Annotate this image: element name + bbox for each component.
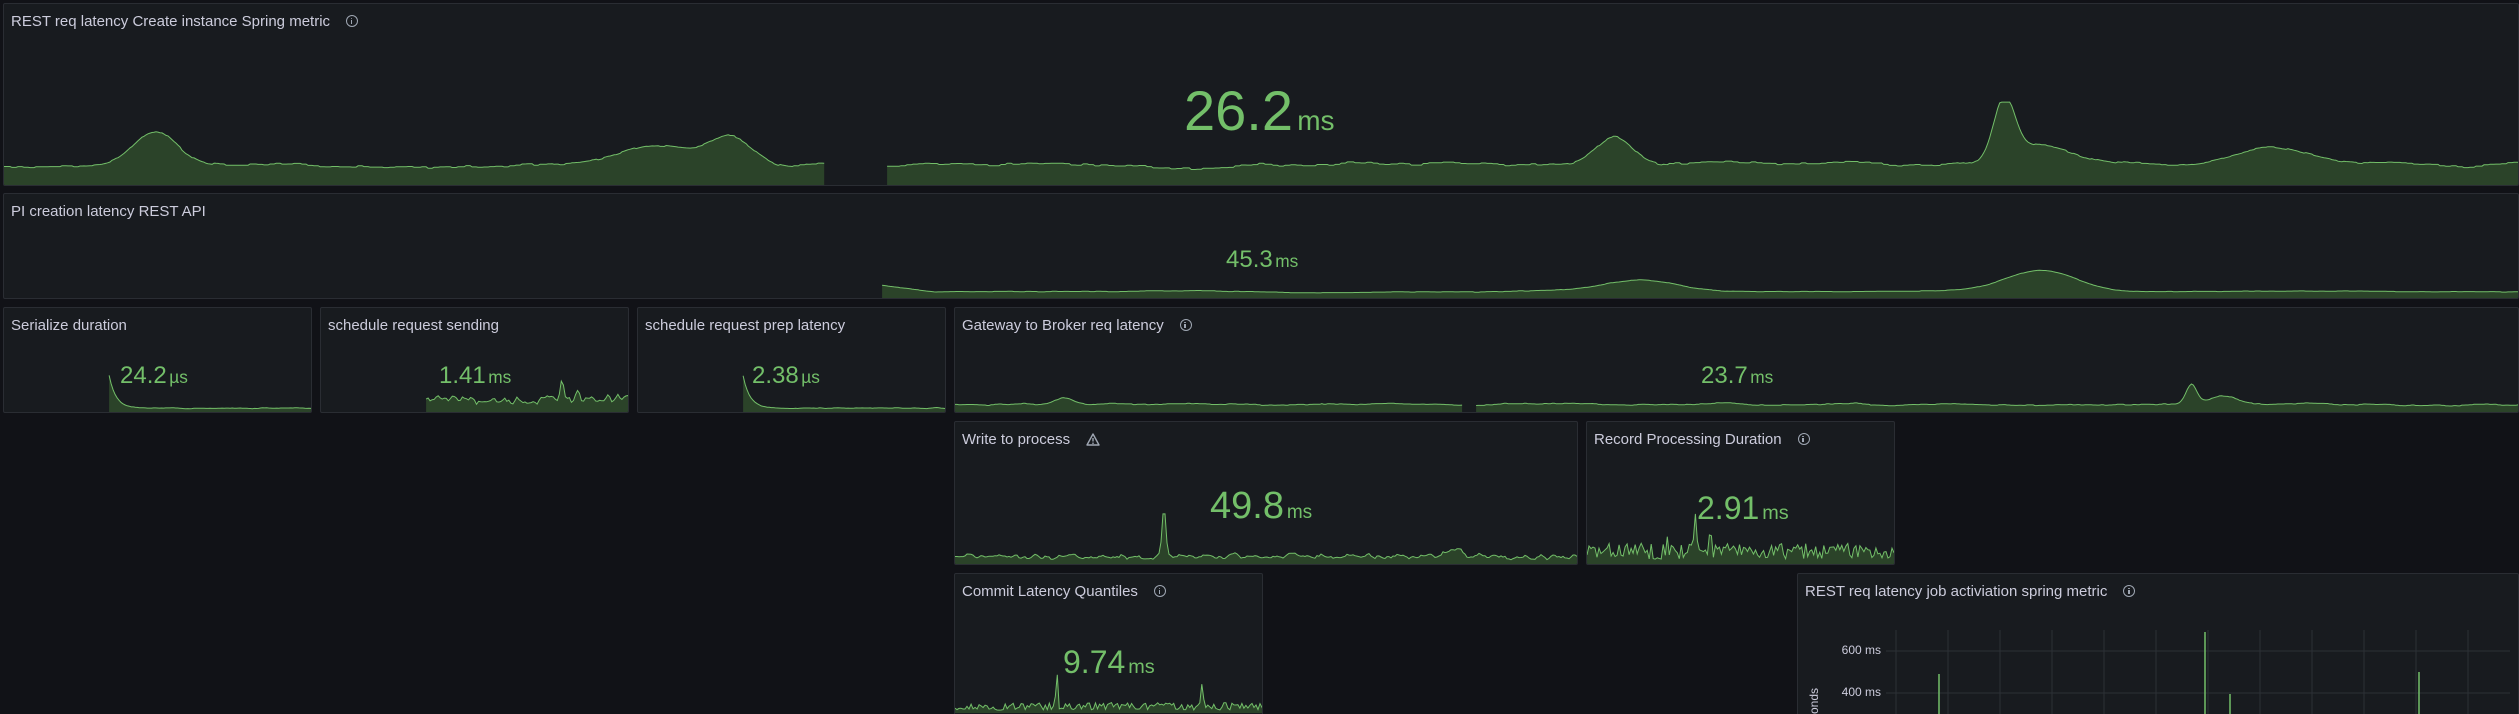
panel-header[interactable]: REST req latency Create instance Spring …: [11, 9, 359, 33]
stat-unit: ms: [1275, 251, 1299, 271]
stat-unit: ms: [1286, 502, 1313, 523]
stat-number: 49.8: [1210, 485, 1284, 527]
panel-pi-creation-latency[interactable]: PI creation latency REST API 45.3 ms: [3, 193, 2519, 299]
panel-gateway-to-broker[interactable]: Gateway to Broker req latency 23.7 ms: [954, 307, 2519, 413]
panel-title: PI creation latency REST API: [11, 202, 206, 220]
panel-title: Write to process: [962, 430, 1071, 448]
panel-serialize-duration[interactable]: Serialize duration 24.2 µs: [3, 307, 312, 413]
panel-title: REST req latency job activiation spring …: [1805, 582, 2108, 600]
stat-unit: ms: [1297, 105, 1335, 136]
warning-icon[interactable]: [1086, 432, 1100, 446]
stat-number: 26.2: [1184, 79, 1293, 142]
panel-title: Serialize duration: [11, 316, 127, 334]
panel-rest-req-latency-job-activation[interactable]: REST req latency job activiation spring …: [1797, 573, 2519, 714]
stat-number: 9.74: [1063, 644, 1126, 680]
stat-unit: ms: [1750, 367, 1774, 387]
panel-title: Record Processing Duration: [1594, 430, 1782, 448]
panel-title: Gateway to Broker req latency: [962, 316, 1164, 334]
stat-unit: ms: [1762, 502, 1789, 524]
sparkline-area: [4, 131, 825, 185]
stat-unit: ms: [1128, 656, 1155, 678]
panel-header[interactable]: schedule request prep latency: [645, 313, 845, 337]
panel-write-to-process[interactable]: Write to process 49.8 ms: [954, 421, 1578, 565]
info-icon[interactable]: [1797, 433, 1810, 445]
stat-unit: µs: [169, 367, 188, 387]
stat-value: 2.38 µs: [752, 362, 820, 390]
info-icon[interactable]: [346, 15, 359, 27]
stat-number: 24.2: [120, 362, 167, 389]
panel-title: schedule request prep latency: [645, 316, 846, 334]
panel-header[interactable]: Write to process: [962, 427, 1100, 451]
panel-header[interactable]: Gateway to Broker req latency: [962, 313, 1192, 337]
stat-number: 45.3: [1226, 246, 1273, 273]
info-icon[interactable]: [1153, 585, 1166, 597]
panel-commit-latency-quantiles[interactable]: Commit Latency Quantiles 9.74 ms: [954, 573, 1263, 714]
sparkline-area: [882, 270, 2518, 298]
sparkline-line: [1476, 383, 2518, 407]
panel-header[interactable]: Serialize duration: [11, 313, 127, 337]
stat-number: 23.7: [1701, 362, 1748, 389]
panel-header[interactable]: Record Processing Duration: [1594, 427, 1810, 451]
panel-title: REST req latency Create instance Spring …: [11, 12, 331, 30]
stat-value: 23.7 ms: [1701, 362, 1773, 390]
panel-header[interactable]: PI creation latency REST API: [11, 199, 206, 223]
stat-value: 26.2 ms: [1184, 78, 1335, 143]
panel-title: schedule request sending: [328, 316, 499, 334]
stat-number: 2.91: [1697, 490, 1760, 526]
stat-number: 2.38: [752, 362, 799, 389]
stat-value: 1.41 ms: [439, 362, 511, 390]
sparkline-area: [955, 397, 1463, 412]
panel-header[interactable]: REST req latency job activiation spring …: [1805, 579, 2136, 603]
stat-value: 24.2 µs: [120, 362, 188, 390]
panel-title: Commit Latency Quantiles: [962, 582, 1138, 600]
panel-rest-req-latency-create-instance[interactable]: REST req latency Create instance Spring …: [3, 3, 2519, 186]
stat-unit: ms: [488, 367, 512, 387]
stat-number: 1.41: [439, 362, 486, 389]
stat-value: 2.91 ms: [1697, 490, 1789, 527]
panel-header[interactable]: schedule request sending: [328, 313, 499, 337]
stat-value: 45.3 ms: [1226, 246, 1298, 274]
panel-schedule-request-sending[interactable]: schedule request sending 1.41 ms: [320, 307, 629, 413]
sparkline-area: [887, 102, 2518, 185]
panel-record-processing-duration[interactable]: Record Processing Duration 2.91 ms: [1586, 421, 1895, 565]
stat-value: 49.8 ms: [1210, 485, 1312, 528]
stat-value: 9.74 ms: [1063, 644, 1155, 681]
info-icon[interactable]: [2123, 585, 2136, 597]
stat-unit: µs: [801, 367, 820, 387]
dashboard: REST req latency Create instance Spring …: [0, 0, 2519, 714]
panel-header[interactable]: Commit Latency Quantiles: [962, 579, 1166, 603]
panel-schedule-request-prep-latency[interactable]: schedule request prep latency 2.38 µs: [637, 307, 946, 413]
sparkline-area: [1476, 384, 2518, 412]
info-icon[interactable]: [1179, 319, 1192, 331]
